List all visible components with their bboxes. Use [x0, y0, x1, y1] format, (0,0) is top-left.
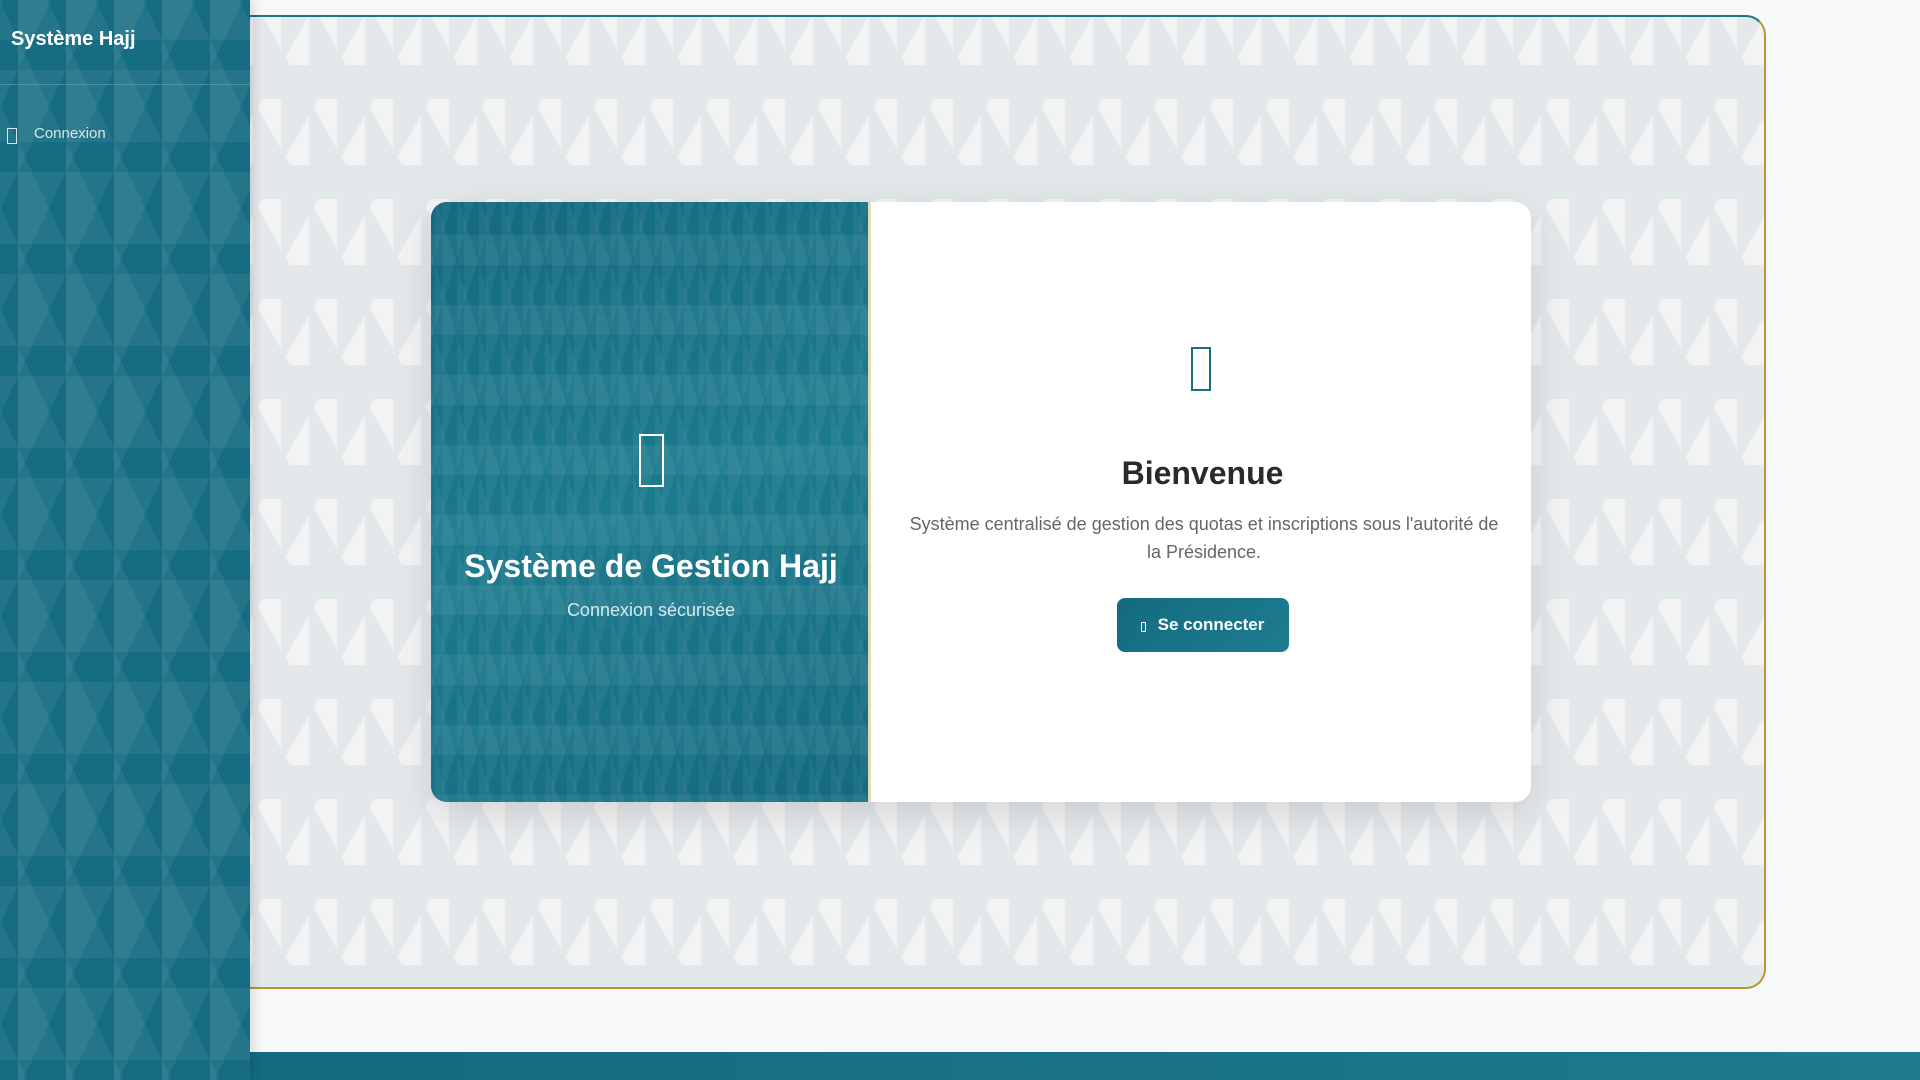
- sidebar-item-label: Connexion: [34, 124, 106, 142]
- sidebar-divider: [0, 84, 250, 85]
- welcome-heading: Bienvenue: [1121, 455, 1284, 491]
- footer-bar: [250, 1052, 1920, 1080]
- welcome-description: Système centralisé de gestion des quotas…: [909, 514, 1499, 562]
- login-card-brand-panel: Système de Gestion Hajj Connexion sécuri…: [431, 202, 871, 802]
- system-title: Système de Gestion Hajj: [464, 548, 838, 584]
- sign-in-icon: [1140, 622, 1146, 632]
- login-button-container: Se connecter: [874, 598, 1531, 652]
- kaaba-icon: [639, 434, 664, 487]
- mosque-icon: [1191, 347, 1211, 391]
- login-card: Système de Gestion Hajj Connexion sécuri…: [431, 202, 1531, 802]
- sidebar-item-connexion[interactable]: Connexion: [0, 118, 250, 148]
- login-card-welcome-panel: Bienvenue Système centralisé de gestion …: [874, 202, 1531, 802]
- system-subtitle: Connexion sécurisée: [566, 600, 736, 620]
- login-icon: [7, 128, 17, 144]
- login-button[interactable]: Se connecter: [1116, 598, 1289, 652]
- sidebar-brand: Système Hajj: [11, 28, 136, 50]
- sidebar: Système Hajj Connexion: [0, 0, 250, 1080]
- login-button-label: Se connecter: [1157, 615, 1265, 634]
